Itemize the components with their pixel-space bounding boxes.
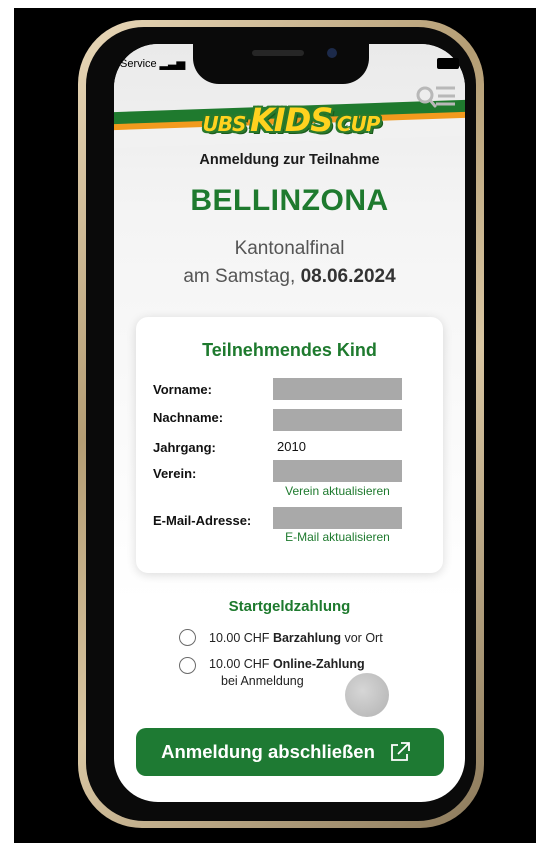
logo-text-kids: KIDS: [250, 101, 333, 139]
payment-cash-amount: 10.00 CHF: [209, 631, 270, 645]
update-club-link[interactable]: Verein aktualisieren: [273, 484, 402, 498]
phone-camera: [327, 48, 337, 58]
event-type: Kantonalfinal: [234, 238, 345, 259]
event-date: 08.06.2024: [300, 266, 396, 287]
carrier-label: Service: [120, 58, 157, 70]
event-date-line: am Samstag, 08.06.2024: [114, 266, 465, 288]
status-bar-carrier: Service ▂▃▅: [120, 57, 185, 70]
payment-option-online-label[interactable]: 10.00 CHF Online-Zahlung: [209, 657, 365, 671]
complete-registration-label: Anmeldung abschließen: [161, 741, 375, 762]
payment-option-cash-label[interactable]: 10.00 CHF Barzahlung vor Ort: [209, 631, 383, 645]
logo-text-cup: CUP: [336, 112, 381, 136]
payment-option-cash-radio[interactable]: [179, 629, 196, 646]
first-name-value: [273, 378, 402, 400]
touch-indicator: [345, 673, 389, 717]
registration-subtitle: Anmeldung zur Teilnahme: [199, 152, 380, 168]
payment-online-amount: 10.00 CHF: [209, 657, 270, 671]
email-label: E-Mail-Adresse:: [153, 513, 252, 528]
payment-title: Startgeldzahlung: [228, 598, 351, 615]
club-label: Verein:: [153, 466, 197, 481]
update-email-link[interactable]: E-Mail aktualisieren: [273, 530, 402, 544]
event-date-prefix: am Samstag,: [183, 266, 296, 287]
payment-cash-method: Barzahlung: [272, 631, 341, 645]
payment-online-method: Online-Zahlung: [272, 657, 365, 671]
payment-cash-suffix: vor Ort: [344, 631, 383, 645]
battery-icon: [437, 58, 459, 69]
search-menu-icon[interactable]: [415, 84, 459, 112]
last-name-value: [273, 409, 402, 431]
payment-online-sub: bei Anmeldung: [221, 674, 304, 688]
signal-icon: ▂▃▅: [159, 58, 186, 70]
payment-option-online-radio[interactable]: [179, 657, 196, 674]
phone-notch: [193, 36, 369, 84]
club-value: [273, 460, 402, 482]
event-city: BELLINZONA: [190, 184, 389, 217]
logo-text-ubs: UBS: [202, 112, 247, 136]
participant-card-title: Teilnehmendes Kind: [202, 340, 377, 360]
external-link-icon: [391, 742, 410, 761]
email-value: [273, 507, 402, 529]
birth-year-label: Jahrgang:: [153, 440, 216, 455]
ubs-kids-cup-logo[interactable]: UBS KIDS CUP: [196, 96, 386, 136]
birth-year-value: 2010: [277, 439, 306, 454]
last-name-label: Nachname:: [153, 410, 224, 425]
first-name-label: Vorname:: [153, 382, 212, 397]
phone-speaker: [252, 50, 304, 56]
complete-registration-button[interactable]: Anmeldung abschließen: [136, 728, 444, 776]
